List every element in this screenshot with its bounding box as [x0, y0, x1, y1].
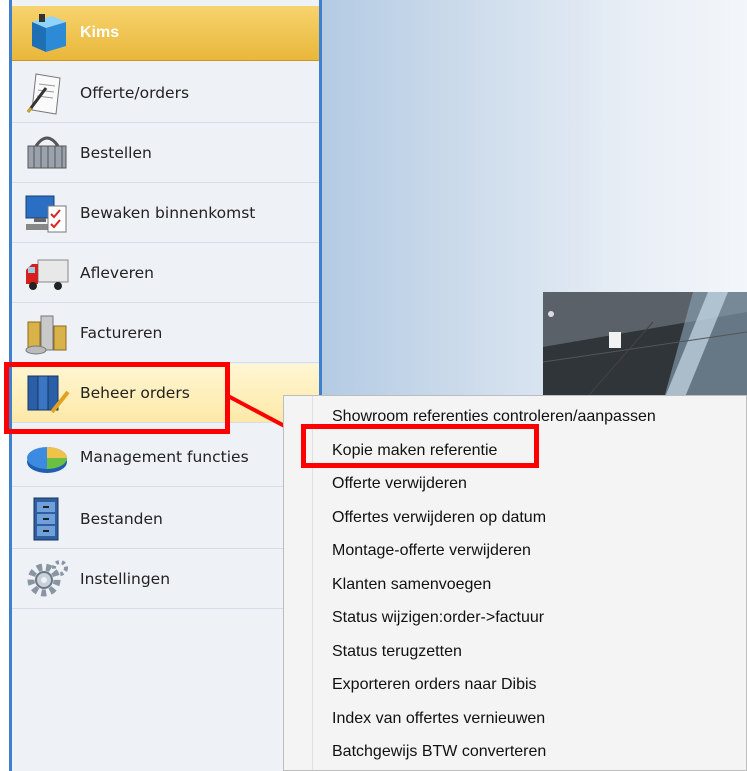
sidebar-item-label: Offerte/orders	[80, 84, 190, 102]
coins-icon	[25, 315, 67, 355]
computer-checklist-icon	[25, 195, 67, 233]
menu-item-status-terugzetten[interactable]: Status terugzetten	[332, 640, 462, 664]
file-cabinet-icon	[33, 497, 59, 541]
cube-app-icon	[32, 14, 66, 52]
sidebar-item-label: Bestanden	[80, 510, 163, 528]
menu-item-index-van-offertes-vernieuwen[interactable]: Index van offertes vernieuwen	[332, 707, 545, 731]
menu-item-offerte-verwijderen[interactable]: Offerte verwijderen	[332, 472, 467, 496]
sidebar-item-bestellen[interactable]: Bestellen	[12, 124, 319, 183]
sidebar-item-label: Afleveren	[80, 264, 155, 282]
menu-item-offertes-verwijderen-op-datum[interactable]: Offertes verwijderen op datum	[332, 506, 546, 530]
sidebar-header-label: Kims	[80, 24, 120, 41]
menu-item-exporteren-orders-naar-dibis[interactable]: Exporteren orders naar Dibis	[332, 673, 537, 697]
sidebar-item-bewaken-binnenkomst[interactable]: Bewaken binnenkomst	[12, 184, 319, 243]
document-pen-icon	[26, 73, 61, 115]
menu-item-status-wijzigen[interactable]: Status wijzigen:order->factuur	[332, 606, 544, 630]
sidebar-item-factureren[interactable]: Factureren	[12, 304, 319, 363]
shopping-basket-icon	[27, 136, 67, 169]
sidebar-item-instellingen[interactable]: Instellingen	[12, 550, 319, 609]
sidebar-item-afleveren[interactable]: Afleveren	[12, 244, 319, 303]
menu-item-batchgewijs-btw-converteren[interactable]: Batchgewijs BTW converteren	[332, 740, 546, 764]
pie-chart-icon	[27, 447, 67, 473]
sidebar-item-label: Instellingen	[80, 570, 171, 588]
delivery-truck-icon	[26, 259, 69, 290]
sidebar-item-label: Bestellen	[80, 144, 152, 162]
sidebar-item-label: Management functies	[80, 448, 249, 466]
menu-item-montage-offerte-verwijderen[interactable]: Montage-offerte verwijderen	[332, 539, 531, 563]
sidebar-item-bestanden[interactable]: Bestanden	[12, 490, 319, 549]
background-photo	[543, 292, 747, 402]
menu-item-klanten-samenvoegen[interactable]: Klanten samenvoegen	[332, 573, 491, 597]
sidebar-item-label: Bewaken binnenkomst	[80, 204, 256, 222]
sidebar-header-kims[interactable]: Kims	[12, 6, 319, 61]
gears-icon	[27, 560, 68, 597]
sidebar-item-offerte-orders[interactable]: Offerte/orders	[12, 64, 319, 123]
highlight-box-beheer-orders	[4, 362, 230, 434]
highlight-box-kopie-maken-referentie	[301, 424, 539, 468]
sidebar-item-label: Factureren	[80, 324, 163, 342]
